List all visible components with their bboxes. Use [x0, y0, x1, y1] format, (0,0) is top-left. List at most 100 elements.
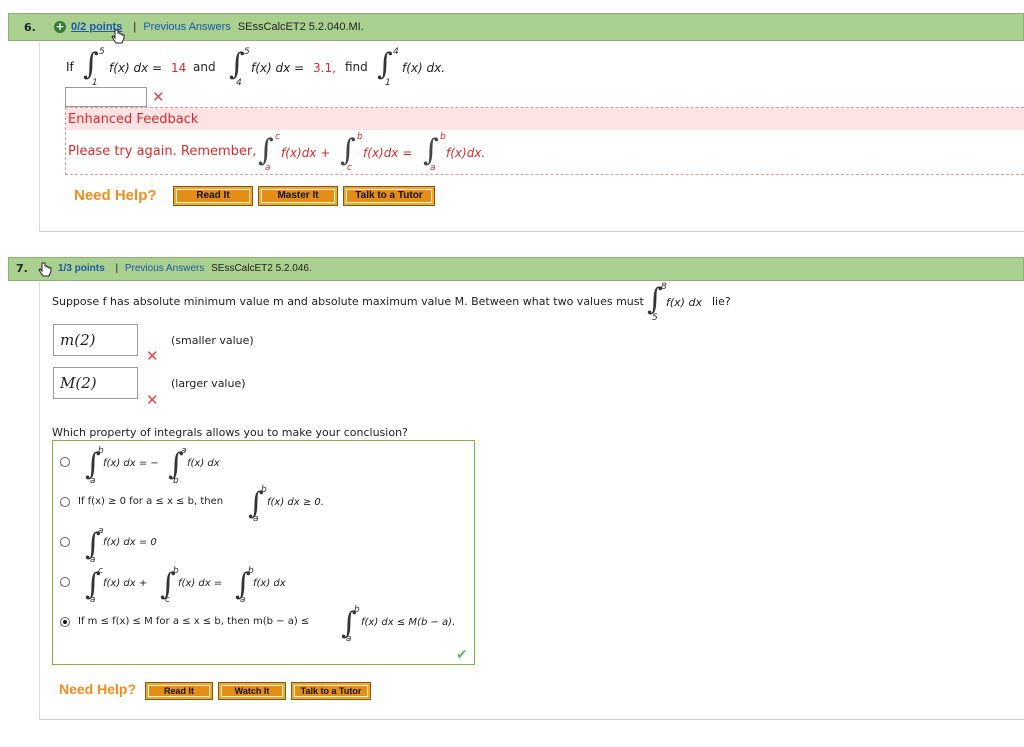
- q6-fb-int3-integrand: f(x)dx.: [446, 146, 486, 160]
- q6-text-if: If: [66, 60, 74, 74]
- hand-cursor-icon: [111, 29, 125, 45]
- q6-read-it-label: Read It: [176, 189, 250, 203]
- q6-number: 6.: [24, 21, 36, 34]
- q7-opt2-prefix: If f(x) ≥ 0 for a ≤ x ≤ b, then: [78, 496, 224, 507]
- q7-opt2-a-upper: b: [261, 485, 267, 495]
- q6-int3-lower: 1: [385, 78, 391, 88]
- q6-int1-upper: 5: [99, 47, 105, 57]
- q7-vertical-rule: [39, 282, 40, 720]
- q7-points-link[interactable]: 1/3 points: [58, 263, 105, 274]
- q7-opt4-a-upper: c: [98, 566, 103, 576]
- q6-fb-int2-integrand: f(x)dx =: [363, 146, 413, 160]
- q6-feedback-header: [66, 108, 1024, 130]
- q6-talk-to-tutor-button[interactable]: Talk to a Tutor: [343, 186, 435, 206]
- q6-fb-int3-lower: a: [430, 163, 436, 173]
- q7-opt4-a-lower: a: [90, 595, 96, 605]
- q7-opt4-c-upper: b: [248, 566, 254, 576]
- q7-talk-to-tutor-label: Talk to a Tutor: [294, 685, 368, 697]
- q6-read-it-button[interactable]: Read It: [173, 186, 253, 206]
- q7-read-it-button[interactable]: Read It: [145, 682, 213, 700]
- q6-talk-to-tutor-label: Talk to a Tutor: [346, 189, 432, 203]
- q7-opt4-b-lower: c: [165, 595, 170, 605]
- q7-watch-it-label: Watch It: [221, 685, 283, 697]
- q7-opt5-a-integrand: f(x) dx ≤ M(b − a).: [361, 617, 456, 628]
- q7-int-upper: 8: [661, 282, 667, 292]
- q7-opt3-a-upper: a: [98, 526, 104, 536]
- q6-text-and: and: [193, 60, 216, 74]
- q7-opt2-a-integrand: f(x) dx ≥ 0.: [267, 497, 324, 508]
- q6-need-help: Need Help?: [74, 187, 157, 204]
- q6-feedback-title: Enhanced Feedback: [68, 112, 199, 127]
- x-mark-icon: ✕: [146, 391, 159, 409]
- check-mark-icon: ✔: [456, 647, 468, 663]
- q7-previous-answers-link[interactable]: Previous Answers: [125, 263, 204, 274]
- x-mark-icon: ✕: [146, 347, 159, 365]
- q7-header-info: 1/3 points | Previous Answers SEssCalcET…: [58, 263, 312, 274]
- q7-code: SEssCalcET2 5.2.046.: [211, 263, 312, 274]
- q6-fb-int2-upper: b: [357, 132, 363, 142]
- q6-vertical-rule: [39, 42, 40, 232]
- q7-opt4-a-integrand: f(x) dx +: [103, 578, 148, 589]
- q7-answer1-value: m(2): [60, 331, 96, 349]
- q6-fb-int1-integrand: f(x)dx +: [281, 146, 331, 160]
- q7-int-lower: 5: [652, 313, 658, 323]
- q6-int3-integrand: f(x) dx.: [402, 61, 446, 75]
- hand-cursor-icon: [38, 262, 52, 279]
- integral-sign: ∫: [423, 133, 439, 168]
- q7-opt4-b-upper: b: [173, 566, 179, 576]
- q7-opt1-b-integrand: f(x) dx: [187, 458, 220, 469]
- q7-lie: lie?: [712, 295, 731, 308]
- q7-option5-radio[interactable]: [60, 617, 70, 627]
- q7-opt2-a-lower: a: [253, 514, 259, 524]
- q6-int1-integrand: f(x) dx =: [109, 61, 163, 75]
- q7-opt4-c-lower: a: [240, 595, 246, 605]
- integral-sign: ∫: [258, 133, 274, 168]
- integral-sign: ∫: [229, 47, 245, 82]
- q6-int2-integrand: f(x) dx =: [251, 61, 305, 75]
- q7-opt5-a-lower: a: [346, 634, 352, 644]
- q6-fb-int1-upper: c: [275, 132, 280, 142]
- q7-read-it-label: Read It: [148, 685, 210, 697]
- q6-answer-input[interactable]: [65, 87, 147, 107]
- q7-property-question: Which property of integrals allows you t…: [52, 426, 408, 439]
- q7-question-text: Suppose f has absolute minimum value m a…: [52, 295, 644, 308]
- q6-int2-upper: 5: [244, 47, 250, 57]
- q7-bottom-divider: [39, 719, 1024, 720]
- q6-fb-int1-lower: a: [265, 163, 271, 173]
- q7-option1-radio[interactable]: [60, 457, 70, 467]
- q7-opt1-b-lower: b: [173, 476, 179, 486]
- q6-int1-value: 14: [171, 61, 187, 75]
- q7-opt3-a-lower: a: [90, 555, 96, 565]
- q7-option2-radio[interactable]: [60, 497, 70, 507]
- x-mark-icon: ✕: [152, 88, 165, 106]
- q6-separator: |: [133, 21, 137, 33]
- q7-option3-radio[interactable]: [60, 537, 70, 547]
- q6-previous-answers-link[interactable]: Previous Answers: [143, 21, 230, 33]
- q7-opt5-a-upper: b: [354, 605, 360, 615]
- q7-number: 7.: [16, 262, 28, 275]
- q6-text-find: find: [345, 60, 368, 74]
- q7-opt4-b-integrand: f(x) dx =: [178, 578, 223, 589]
- plus-circle-icon[interactable]: +: [54, 21, 66, 33]
- q7-opt1-a-lower: a: [90, 476, 96, 486]
- q7-need-help: Need Help?: [59, 681, 137, 697]
- q7-opt1-a-upper: b: [98, 446, 104, 456]
- q7-opt3-a-integrand: f(x) dx = 0: [103, 537, 157, 548]
- q7-option4-radio[interactable]: [60, 577, 70, 587]
- q7-separator: |: [115, 263, 119, 274]
- q6-int2-value: 3.1,: [313, 61, 336, 75]
- q7-opt4-c-integrand: f(x) dx: [253, 578, 286, 589]
- q6-master-it-button[interactable]: Master It: [258, 186, 338, 206]
- q6-int2-lower: 4: [236, 78, 242, 88]
- q7-int-integrand: f(x) dx: [666, 296, 702, 309]
- q6-fb-int3-upper: b: [440, 132, 446, 142]
- q7-answer1-label: (smaller value): [171, 334, 254, 347]
- q6-master-it-label: Master It: [261, 189, 335, 203]
- q7-talk-to-tutor-button[interactable]: Talk to a Tutor: [291, 682, 371, 700]
- q7-opt5-prefix: If m ≤ f(x) ≤ M for a ≤ x ≤ b, then m(b …: [78, 616, 310, 627]
- q6-feedback-text: Please try again. Remember,: [68, 144, 257, 159]
- q6-code: SEssCalcET2 5.2.040.MI.: [237, 21, 364, 33]
- q7-opt1-b-upper: a: [181, 446, 187, 456]
- q7-options-box: [52, 440, 475, 665]
- q7-watch-it-button[interactable]: Watch It: [218, 682, 286, 700]
